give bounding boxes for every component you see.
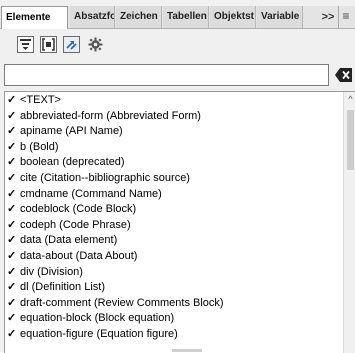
list-item[interactable]: ✓ codeph (Code Phrase) (5, 218, 341, 234)
check-icon: ✓ (7, 218, 17, 231)
element-description: (Citation--bibliographic source) (40, 171, 190, 184)
search-input[interactable] (4, 64, 329, 86)
element-description: (Abbreviated Form) (106, 109, 201, 122)
element-name: dl (20, 281, 29, 294)
element-description: (Data element) (44, 234, 118, 247)
check-icon: ✓ (7, 265, 17, 278)
list-item[interactable]: ✓ boolean (deprecated) (5, 155, 341, 171)
element-name: b (20, 140, 27, 153)
gear-icon[interactable] (87, 36, 104, 53)
element-description: (Block equation) (94, 312, 175, 325)
check-icon: ✓ (7, 249, 17, 262)
element-name: <TEXT> (20, 94, 61, 106)
element-list: ✓ <TEXT> ✓ abbreviated-form (Abbreviated Fo… (4, 91, 355, 353)
element-name: draft-comment (20, 296, 91, 309)
list-item[interactable]: ✓ data-about (Data About) (5, 249, 341, 265)
element-name: apiname (20, 125, 63, 138)
list-item[interactable]: ✓ abbreviated-form (Abbreviated Form) (5, 109, 341, 125)
tab-elemente[interactable]: Elemente (1, 6, 68, 29)
clear-search-icon[interactable] (335, 67, 353, 83)
check-icon: ✓ (7, 296, 17, 309)
list-item[interactable]: ✓ equation-block (Block equation) (5, 311, 341, 327)
tab-zeichenformate[interactable]: Zeichen (116, 6, 162, 28)
bracket-select-icon[interactable] (40, 36, 57, 53)
element-description: (API Name) (65, 125, 123, 138)
check-icon: ✓ (7, 94, 17, 106)
check-icon: ✓ (7, 171, 17, 184)
vertical-scrollbar[interactable]: ^ (343, 92, 355, 353)
scroll-up-icon[interactable]: ^ (344, 94, 355, 104)
scroll-thumb[interactable] (347, 110, 354, 170)
element-name: abbreviated-form (20, 109, 104, 122)
check-icon: ✓ (7, 203, 17, 216)
list-item[interactable]: ✓ cite (Citation--bibliographic source) (5, 171, 341, 187)
check-icon: ✓ (7, 234, 17, 247)
element-description: (Review Comments Block) (93, 296, 224, 309)
check-icon: ✓ (7, 187, 17, 200)
check-icon: ✓ (7, 327, 17, 340)
collapse-icon[interactable] (17, 36, 34, 53)
check-icon: ✓ (7, 125, 17, 138)
check-icon: ✓ (7, 281, 17, 294)
element-description: (Code Phrase) (59, 218, 131, 231)
element-name: cmdname (20, 187, 69, 200)
check-icon: ✓ (7, 140, 17, 153)
element-name: equation-block (20, 312, 92, 325)
elements-panel: Elemente Absatzfo Zeichen Tabellen Objek… (0, 0, 355, 353)
list-item[interactable]: ✓ equation-figure (Equation figure) (5, 327, 341, 343)
element-description: (Equation figure) (96, 327, 178, 340)
element-description: (Code Block) (72, 203, 137, 216)
list-item[interactable]: ✓ dl (Definition List) (5, 280, 341, 296)
element-name: equation-figure (20, 327, 94, 340)
swap-arrows-icon[interactable] (63, 36, 80, 53)
list-item[interactable]: ✓ div (Division) (5, 265, 341, 281)
panel-menu-icon[interactable]: ≡ (338, 6, 353, 28)
check-icon: ✓ (7, 156, 17, 169)
element-name: codeph (20, 218, 57, 231)
element-name: boolean (20, 156, 60, 169)
element-name: div (20, 265, 35, 278)
element-name: codeblock (20, 203, 70, 216)
list-item[interactable]: ✓ data (Data element) (5, 233, 341, 249)
list-item[interactable]: ✓ apiname (API Name) (5, 124, 341, 140)
list-item[interactable]: ✓ b (Bold) (5, 140, 341, 156)
element-description: (deprecated) (62, 156, 125, 169)
tab-absatzformate[interactable]: Absatzfo (70, 6, 115, 28)
element-description: (Division) (37, 265, 83, 278)
list-item[interactable]: ✓ codeblock (Code Block) (5, 202, 341, 218)
tab-objektstile[interactable]: Objektst (210, 6, 256, 28)
toolbar (0, 29, 355, 59)
check-icon: ✓ (7, 312, 17, 325)
element-description: (Command Name) (71, 187, 162, 200)
list-item[interactable]: ✓ cmdname (Command Name) (5, 187, 341, 203)
tab-tabellenformate[interactable]: Tabellen (163, 6, 209, 28)
list-item[interactable]: ✓ <TEXT> (5, 93, 341, 109)
more-tabs-button[interactable]: >> (320, 6, 336, 28)
list-item[interactable]: ✓ draft-comment (Review Comments Block) (5, 296, 341, 312)
element-description: (Bold) (29, 140, 59, 153)
element-name: cite (20, 171, 38, 184)
element-name: data (20, 234, 42, 247)
check-icon: ✓ (7, 109, 17, 122)
tab-strip: Elemente Absatzfo Zeichen Tabellen Objek… (0, 6, 355, 29)
element-description: (Data About) (75, 249, 138, 262)
tab-variablen[interactable]: Variable (257, 6, 303, 28)
element-list-rows: ✓ <TEXT> ✓ abbreviated-form (Abbreviated Fo… (5, 93, 341, 343)
element-description: (Definition List) (31, 281, 105, 294)
element-name: data-about (20, 249, 73, 262)
